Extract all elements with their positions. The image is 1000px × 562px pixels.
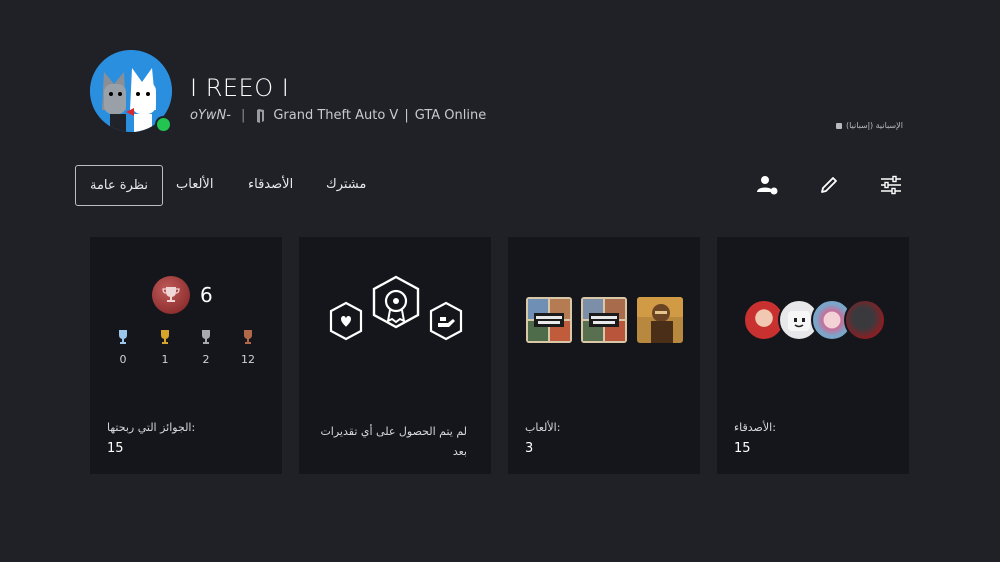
- profile-subline: oYwN- | Grand Theft Auto V | GTA Online: [190, 108, 486, 123]
- silver-trophies: 2: [196, 329, 216, 366]
- tab-subscriptions[interactable]: مشترك: [326, 177, 366, 192]
- games-count: 3: [525, 441, 534, 456]
- awards-label: لم يتم الحصول على أي تقديرات بعد: [320, 425, 467, 458]
- awards-badges-icon: [329, 275, 463, 341]
- tab-games[interactable]: الألعاب: [176, 177, 213, 192]
- online-id: oYwN-: [190, 108, 231, 123]
- language-label: الإسبانية (إسبانيا): [846, 121, 903, 130]
- tab-overview[interactable]: نظرة عامة: [75, 164, 164, 206]
- lock-icon: [836, 122, 842, 129]
- add-friend-button[interactable]: [754, 172, 780, 198]
- edit-profile-button[interactable]: [816, 172, 842, 198]
- separator: |: [240, 108, 246, 123]
- games-label: الألعاب:: [525, 421, 561, 434]
- friend-avatar-4: [844, 299, 886, 341]
- friends-count: 15: [734, 441, 751, 456]
- game-thumb-gta-v: [526, 297, 572, 343]
- activity-game: Grand Theft Auto V: [273, 108, 399, 123]
- add-friend-icon: [757, 176, 778, 195]
- console-icon: [257, 108, 267, 123]
- trophy-level-icon: [152, 276, 190, 314]
- profile-settings-button[interactable]: [878, 172, 904, 198]
- silver-trophy-icon: [202, 330, 210, 344]
- tab-friends[interactable]: الأصدقاء: [248, 177, 293, 192]
- platinum-trophies: 0: [113, 329, 133, 366]
- bronze-trophies: 12: [238, 329, 258, 366]
- trophies-card[interactable]: 6 0 1 2 12 الجوائز التي ربحتها: 15: [90, 237, 282, 474]
- online-status-indicator: [155, 116, 172, 133]
- activity-detail: GTA Online: [414, 108, 487, 123]
- trophies-total: 15: [107, 441, 124, 456]
- game-thumb-gta-v-2: [581, 297, 627, 343]
- settings-sliders-icon: [881, 175, 901, 195]
- profile-name: I REEO I: [190, 74, 290, 102]
- trophy-level: 6: [200, 283, 213, 307]
- silver-count: 2: [202, 353, 210, 366]
- gold-trophies: 1: [155, 329, 175, 366]
- friends-card[interactable]: الأصدقاء: 15: [717, 237, 909, 474]
- language-indicator: الإسبانية (إسبانيا): [836, 121, 903, 130]
- gold-trophy-icon: [161, 330, 169, 344]
- platinum-count: 0: [119, 353, 127, 366]
- friends-label: الأصدقاء:: [734, 421, 776, 434]
- awards-card[interactable]: لم يتم الحصول على أي تقديرات بعد: [299, 237, 491, 474]
- platinum-trophy-icon: [119, 330, 127, 344]
- gold-count: 1: [161, 353, 169, 366]
- activity-separator: |: [404, 108, 409, 123]
- games-card[interactable]: الألعاب: 3: [508, 237, 700, 474]
- edit-icon: [821, 177, 837, 193]
- game-thumb-third: [637, 297, 683, 343]
- trophies-label: الجوائز التي ربحتها:: [107, 421, 196, 434]
- bronze-count: 12: [241, 353, 255, 366]
- bronze-trophy-icon: [244, 330, 252, 344]
- profile-tabs: نظرة عامة: [75, 163, 164, 207]
